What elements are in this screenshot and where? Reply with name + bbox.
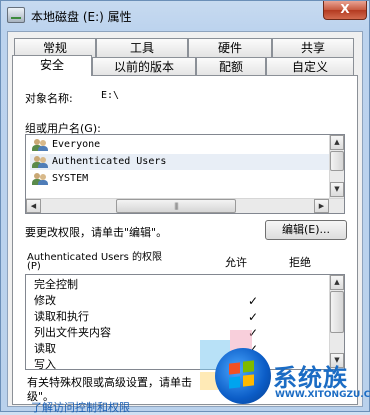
permission-row: 读取和执行 ✓ bbox=[34, 309, 334, 325]
allow-check-icon: ✓ bbox=[248, 294, 259, 308]
drive-icon bbox=[7, 7, 25, 23]
scroll-down-icon[interactable]: ▼ bbox=[330, 182, 344, 197]
users-icon bbox=[32, 173, 48, 185]
users-icon bbox=[32, 156, 48, 168]
windows-logo-icon bbox=[215, 348, 271, 404]
permission-name: 写入 bbox=[34, 358, 56, 370]
permission-name: 读取 bbox=[34, 342, 56, 355]
watermark-url: WWW.XITONGZU.COM bbox=[275, 390, 370, 400]
scroll-up-icon[interactable]: ▲ bbox=[330, 275, 344, 290]
scroll-up-icon[interactable]: ▲ bbox=[330, 135, 344, 150]
users-icon bbox=[32, 139, 48, 151]
horizontal-scroll-thumb[interactable]: ||| bbox=[116, 199, 236, 213]
permissions-title-suffix: (P) bbox=[27, 261, 41, 272]
edit-button[interactable]: 编辑(E)... bbox=[265, 220, 347, 240]
watermark-logo: 系统族 WWW.XITONGZU.COM bbox=[215, 344, 370, 410]
list-item-everyone[interactable]: Everyone bbox=[30, 137, 330, 153]
allow-check-icon: ✓ bbox=[248, 310, 259, 324]
scroll-thumb[interactable] bbox=[330, 291, 344, 333]
permission-name: 完全控制 bbox=[34, 278, 78, 291]
groups-vertical-scrollbar[interactable]: ▲ ▼ bbox=[329, 135, 344, 198]
scroll-thumb[interactable] bbox=[330, 151, 344, 171]
permission-row: 列出文件夹内容 ✓ bbox=[34, 325, 334, 341]
close-button[interactable]: X bbox=[323, 1, 367, 20]
tab-tools[interactable]: 工具 bbox=[96, 38, 188, 57]
permission-row: 修改 ✓ bbox=[34, 293, 334, 309]
permission-name: 列出文件夹内容 bbox=[34, 326, 111, 339]
title-bar[interactable]: 本地磁盘 (E:) 属性 X bbox=[1, 1, 369, 31]
deny-column-header: 拒绝 bbox=[289, 256, 311, 269]
object-name-value: E:\ bbox=[101, 90, 120, 101]
groups-horizontal-scrollbar[interactable]: ◀ ||| ▶ bbox=[26, 198, 344, 213]
scroll-left-icon[interactable]: ◀ bbox=[26, 199, 41, 213]
watermark-brand: 系统族 bbox=[273, 364, 348, 392]
tab-quota[interactable]: 配额 bbox=[196, 57, 266, 76]
tab-sharing[interactable]: 共享 bbox=[272, 38, 354, 57]
permission-row: 完全控制 bbox=[34, 277, 334, 293]
tab-hardware[interactable]: 硬件 bbox=[188, 38, 272, 57]
permission-name: 修改 bbox=[34, 294, 56, 307]
permission-name: 读取和执行 bbox=[34, 310, 89, 323]
groups-list[interactable]: Everyone Authenticated Users SYSTEM ▲ ▼ … bbox=[25, 134, 345, 214]
tab-customize[interactable]: 自定义 bbox=[266, 57, 354, 76]
allow-column-header: 允许 bbox=[225, 256, 247, 269]
tab-previous-versions[interactable]: 以前的版本 bbox=[92, 57, 196, 76]
scroll-right-icon[interactable]: ▶ bbox=[314, 199, 329, 213]
tab-security[interactable]: 安全 bbox=[12, 55, 92, 76]
list-item-system[interactable]: SYSTEM bbox=[30, 171, 330, 187]
access-control-link[interactable]: 了解访问控制和权限 bbox=[31, 399, 130, 415]
object-name-label: 对象名称: bbox=[25, 92, 73, 105]
permissions-title: Authenticated Users 的权限 bbox=[27, 252, 163, 263]
list-item-authenticated-users[interactable]: Authenticated Users bbox=[30, 154, 330, 170]
window-title: 本地磁盘 (E:) 属性 bbox=[31, 10, 132, 24]
edit-hint: 要更改权限，请单击"编辑"。 bbox=[25, 226, 168, 239]
